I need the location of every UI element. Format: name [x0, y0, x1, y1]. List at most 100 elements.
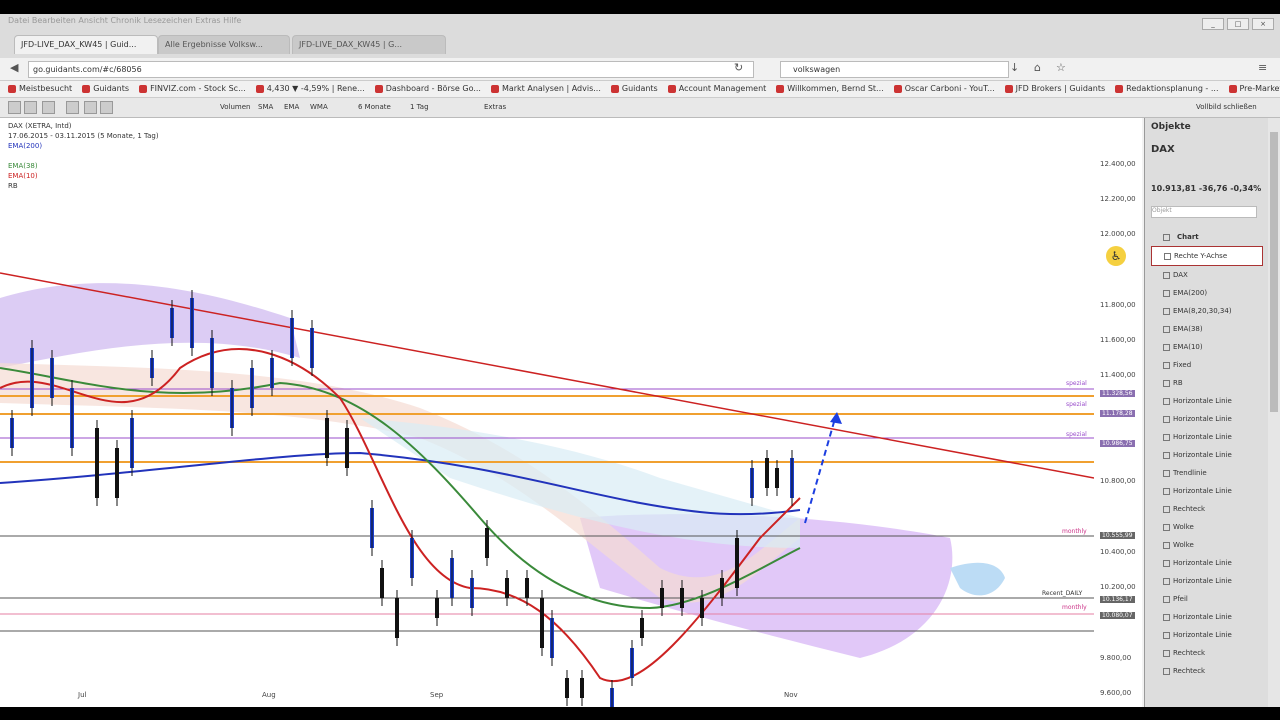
- star-icon[interactable]: ☆: [1056, 61, 1066, 74]
- bookmark-item[interactable]: Willkommen, Bernd St...: [776, 81, 884, 97]
- object-tree-item[interactable]: Rechteck: [1151, 662, 1263, 680]
- back-icon[interactable]: ◀: [10, 61, 18, 74]
- indicator-wma[interactable]: WMA: [310, 98, 328, 117]
- bookmark-item[interactable]: Account Management: [667, 81, 766, 97]
- price-chart[interactable]: DAX (XETRA, Intd) 17.06.2015 - 03.11.201…: [0, 118, 1142, 707]
- bookmark-item[interactable]: Redaktionsplanung - ...: [1115, 81, 1219, 97]
- url-field[interactable]: go.guidants.com/#c/68056: [28, 61, 754, 78]
- object-tree-item[interactable]: Pfeil: [1151, 590, 1263, 608]
- object-tree-item[interactable]: EMA(10): [1151, 338, 1263, 356]
- legend-rb[interactable]: RB: [8, 181, 159, 191]
- legend-ema200[interactable]: EMA(200): [8, 141, 159, 151]
- indicator-ema[interactable]: EMA: [284, 98, 299, 117]
- object-tree-item[interactable]: EMA(200): [1151, 284, 1263, 302]
- bookmark-label: Dashboard - Börse Go...: [385, 84, 481, 93]
- bookmark-item[interactable]: JFD Brokers | Guidants: [1004, 81, 1106, 97]
- object-tree-item[interactable]: Horizontale Linie: [1151, 608, 1263, 626]
- object-tree-item[interactable]: Wolke: [1151, 518, 1263, 536]
- menu-icon[interactable]: ≡: [1258, 61, 1267, 74]
- accessibility-icon[interactable]: ♿: [1106, 246, 1126, 266]
- object-tree-item[interactable]: Horizontale Linie: [1151, 392, 1263, 410]
- level-value: 11.178,28: [1100, 410, 1135, 417]
- chart-canvas[interactable]: [0, 118, 1094, 707]
- maximize-icon[interactable]: □: [1227, 18, 1249, 30]
- bookmark-icon: [776, 84, 785, 93]
- extras-menu[interactable]: Extras: [484, 98, 506, 117]
- minimize-icon[interactable]: _: [1202, 18, 1224, 30]
- object-tree-item[interactable]: Rechteck: [1151, 500, 1263, 518]
- bookmark-item[interactable]: 4,430 ▼ -4,59% | Rene...: [255, 81, 365, 97]
- object-tree-item[interactable]: DAX: [1151, 266, 1263, 284]
- y-tick: 11.800,00: [1100, 301, 1136, 309]
- object-search-input[interactable]: Objekt: [1151, 206, 1257, 218]
- object-tree-item[interactable]: Rechteck: [1151, 644, 1263, 662]
- bookmark-label: Redaktionsplanung - ...: [1126, 84, 1219, 93]
- range-select[interactable]: 6 Monate: [358, 98, 391, 117]
- level-label: monthly: [1062, 604, 1087, 611]
- chart-legend: DAX (XETRA, Intd) 17.06.2015 - 03.11.201…: [8, 121, 159, 191]
- object-tree-item[interactable]: Chart: [1151, 228, 1263, 246]
- bookmark-label: Willkommen, Bernd St...: [787, 84, 884, 93]
- crosshair-icon[interactable]: [42, 101, 55, 114]
- objects-panel-title: Objekte: [1151, 122, 1191, 132]
- text-tool-icon[interactable]: [66, 101, 79, 114]
- object-tree-item[interactable]: RB: [1151, 374, 1263, 392]
- home-icon[interactable]: ⌂: [1034, 61, 1041, 74]
- bookmark-icon: [139, 84, 148, 93]
- tab-dax-kw45-second[interactable]: JFD-LIVE_DAX_KW45 | G...: [292, 35, 446, 54]
- bookmark-icon: [490, 84, 499, 93]
- grid-tool-icon[interactable]: [100, 101, 113, 114]
- line-tool-icon[interactable]: [84, 101, 97, 114]
- zoom-icon[interactable]: [24, 101, 37, 114]
- objects-scrollbar[interactable]: [1268, 118, 1280, 707]
- interval-select[interactable]: 1 Tag: [410, 98, 429, 117]
- tab-dax-kw45[interactable]: JFD-LIVE_DAX_KW45 | Guid...: [14, 35, 158, 54]
- symbol-name: DAX: [1151, 144, 1175, 155]
- legend-ema10[interactable]: EMA(10): [8, 171, 159, 181]
- object-tree-item[interactable]: Wolke: [1151, 536, 1263, 554]
- pointer-icon[interactable]: [8, 101, 21, 114]
- bookmark-icon: [374, 84, 383, 93]
- indicator-volumen[interactable]: Volumen: [220, 98, 250, 117]
- object-tree-item[interactable]: EMA(38): [1151, 320, 1263, 338]
- object-tree-item[interactable]: Horizontale Linie: [1151, 428, 1263, 446]
- object-tree-item[interactable]: Fixed: [1151, 356, 1263, 374]
- search-input[interactable]: volkswagen: [780, 61, 1009, 78]
- object-tree-item[interactable]: Horizontale Linie: [1151, 446, 1263, 464]
- bookmark-item[interactable]: FINVIZ.com - Stock Sc...: [139, 81, 246, 97]
- bookmark-item[interactable]: Guidants: [82, 81, 129, 97]
- bookmark-item[interactable]: Markt Analysen | Advis...: [490, 81, 601, 97]
- y-tick: 10.200,00: [1100, 583, 1136, 591]
- fullscreen-button[interactable]: Vollbild schließen: [1196, 98, 1257, 117]
- level-label: Recent_DAILY: [1042, 590, 1083, 597]
- object-tree-item[interactable]: Horizontale Linie: [1151, 410, 1263, 428]
- object-tree-item[interactable]: Trendlinie: [1151, 464, 1263, 482]
- bookmark-item[interactable]: Oscar Carboni - YouT...: [893, 81, 995, 97]
- object-tree-item[interactable]: Horizontale Linie: [1151, 554, 1263, 572]
- bookmark-label: JFD Brokers | Guidants: [1015, 84, 1106, 93]
- scrollbar-thumb[interactable]: [1270, 132, 1278, 412]
- download-icon[interactable]: ↓: [1010, 61, 1019, 74]
- legend-ema38[interactable]: EMA(38): [8, 161, 159, 171]
- object-tree-item[interactable]: Horizontale Linie: [1151, 482, 1263, 500]
- bookmark-item[interactable]: Dashboard - Börse Go...: [374, 81, 481, 97]
- tab-volkswagen[interactable]: Alle Ergebnisse Volksw...: [158, 35, 290, 54]
- reload-icon[interactable]: ↻: [734, 61, 743, 74]
- object-tree-item[interactable]: Horizontale Linie: [1151, 572, 1263, 590]
- bookmark-item[interactable]: Meistbesucht: [8, 81, 72, 97]
- object-tree-item[interactable]: EMA(8,20,30,34): [1151, 302, 1263, 320]
- symbol-price: 10.913,81 -36,76 -0,34%: [1151, 184, 1262, 193]
- bookmark-icon: [1228, 84, 1237, 93]
- bookmark-item[interactable]: Guidants: [610, 81, 658, 97]
- chart-title: DAX (XETRA, Intd): [8, 122, 72, 130]
- object-tree-item[interactable]: Rechte Y-Achse: [1151, 246, 1263, 266]
- bookmark-item[interactable]: Pre-Market Most Activ...: [1228, 81, 1280, 97]
- close-icon[interactable]: ×: [1252, 18, 1274, 30]
- y-tick: 9.600,00: [1100, 689, 1132, 697]
- level-value: 10.136,17: [1100, 596, 1135, 603]
- y-tick: 12.200,00: [1100, 195, 1136, 203]
- indicator-sma[interactable]: SMA: [258, 98, 273, 117]
- bookmark-label: Meistbesucht: [19, 84, 73, 93]
- object-tree-item[interactable]: Horizontale Linie: [1151, 626, 1263, 644]
- y-tick: 12.400,00: [1100, 160, 1136, 168]
